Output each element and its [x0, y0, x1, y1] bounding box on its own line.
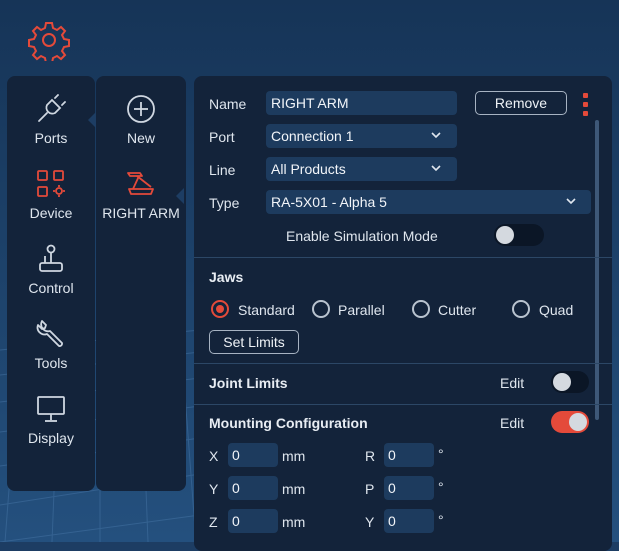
axis-label-z: Z — [209, 514, 218, 530]
unit-mm: mm — [282, 514, 306, 530]
more-options-icon[interactable] — [582, 92, 590, 118]
divider — [194, 404, 612, 405]
plug-icon — [38, 94, 66, 122]
unit-deg: ° — [438, 446, 444, 462]
nav-item-display[interactable]: Display — [7, 394, 95, 446]
axis-label-y: Y — [209, 481, 219, 497]
divider — [194, 257, 612, 258]
rotation-yaw-input[interactable]: 0 — [384, 509, 434, 533]
jaws-title: Jaws — [209, 269, 244, 285]
jaw-label-parallel: Parallel — [338, 302, 385, 318]
nav-label-device: Device — [29, 205, 73, 221]
mounting-toggle[interactable] — [551, 411, 589, 433]
position-y-input[interactable]: 0 — [228, 476, 278, 500]
jaw-label-cutter: Cutter — [438, 302, 477, 318]
simulation-toggle[interactable] — [494, 224, 544, 246]
line-select[interactable]: All Products — [266, 157, 457, 181]
plus-circle-icon — [127, 95, 155, 123]
position-x-value: 0 — [232, 447, 240, 463]
nav-label-ports: Ports — [34, 130, 68, 146]
jaw-label-standard: Standard — [238, 302, 295, 318]
axis-label-r: R — [365, 448, 376, 464]
scrollbar[interactable] — [595, 120, 599, 420]
set-limits-button[interactable]: Set Limits — [209, 330, 299, 354]
unit-mm: mm — [282, 481, 306, 497]
wrench-icon — [36, 320, 63, 347]
joint-limits-edit-label: Edit — [500, 375, 525, 391]
jaw-radio-standard[interactable] — [211, 300, 229, 318]
simulation-label: Enable Simulation Mode — [286, 228, 438, 244]
chevron-down-icon — [431, 165, 441, 172]
name-field[interactable]: RIGHT ARM — [266, 91, 457, 115]
nav-label-control: Control — [28, 280, 74, 296]
device-grid-icon — [37, 170, 65, 197]
unit-deg: ° — [438, 479, 444, 495]
position-z-value: 0 — [232, 513, 240, 529]
name-value: RIGHT ARM — [271, 95, 349, 111]
nav-active-indicator — [88, 112, 96, 128]
axis-label-p: P — [365, 481, 375, 497]
jaw-radio-quad[interactable] — [512, 300, 530, 318]
rotation-r-input[interactable]: 0 — [384, 443, 434, 467]
device-list: New RIGHT ARM — [96, 76, 186, 491]
position-x-input[interactable]: 0 — [228, 443, 278, 467]
jaw-radio-cutter[interactable] — [412, 300, 430, 318]
nav-item-ports[interactable]: Ports — [7, 94, 95, 146]
line-label: Line — [209, 162, 236, 178]
nav-item-tools[interactable]: Tools — [7, 319, 95, 371]
main-nav: Ports Device Control Tools Display — [7, 76, 95, 491]
divider — [194, 363, 612, 364]
nav-item-device[interactable]: Device — [7, 169, 95, 221]
chevron-down-icon — [431, 132, 441, 139]
jaw-label-quad: Quad — [539, 302, 574, 318]
new-device-label: New — [126, 130, 155, 146]
axis-label-yaw: Y — [365, 514, 375, 530]
joint-limits-title: Joint Limits — [209, 375, 288, 391]
unit-mm: mm — [282, 448, 306, 464]
type-value: RA-5X01 - Alpha 5 — [271, 194, 387, 210]
type-label: Type — [209, 195, 240, 211]
device-item-label: RIGHT ARM — [102, 205, 180, 221]
rotation-r-value: 0 — [388, 447, 396, 463]
new-device-button[interactable]: New — [96, 94, 186, 146]
position-z-input[interactable]: 0 — [228, 509, 278, 533]
type-select[interactable]: RA-5X01 - Alpha 5 — [266, 190, 591, 214]
rotation-yaw-value: 0 — [388, 513, 396, 529]
rotation-p-input[interactable]: 0 — [384, 476, 434, 500]
port-value: Connection 1 — [271, 128, 354, 144]
axis-label-x: X — [209, 448, 219, 464]
rotation-p-value: 0 — [388, 480, 396, 496]
mounting-title: Mounting Configuration — [209, 415, 368, 431]
device-settings-panel: Name RIGHT ARM Remove Port Connection 1 … — [194, 76, 612, 551]
robot-arm-icon — [127, 172, 154, 195]
port-label: Port — [209, 129, 235, 145]
line-value: All Products — [271, 161, 346, 177]
chevron-down-icon — [566, 198, 576, 205]
remove-button[interactable]: Remove — [475, 91, 567, 115]
nav-item-control[interactable]: Control — [7, 244, 95, 296]
nav-label-tools: Tools — [34, 355, 68, 371]
jaw-radio-parallel[interactable] — [312, 300, 330, 318]
position-y-value: 0 — [232, 480, 240, 496]
name-label: Name — [209, 96, 247, 112]
joint-limits-toggle[interactable] — [551, 371, 589, 393]
nav-label-display: Display — [28, 430, 74, 446]
device-item-right-arm[interactable]: RIGHT ARM — [96, 169, 186, 221]
gear-icon[interactable] — [28, 19, 70, 61]
device-active-indicator — [176, 188, 184, 204]
port-select[interactable]: Connection 1 — [266, 124, 457, 148]
mounting-edit-label: Edit — [500, 415, 525, 431]
monitor-icon — [37, 396, 65, 422]
joystick-icon — [39, 244, 63, 272]
unit-deg: ° — [438, 512, 444, 528]
